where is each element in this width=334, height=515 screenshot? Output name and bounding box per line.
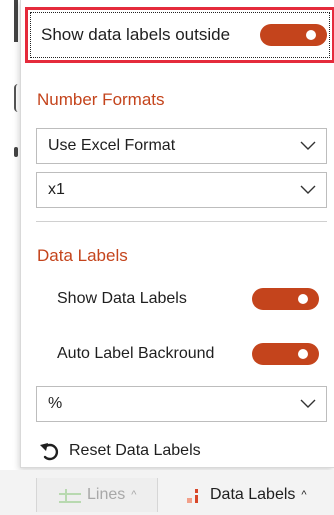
background-glyph [14, 147, 18, 157]
chevron-up-icon: ^ [131, 489, 137, 501]
tab-lines-label: Lines [87, 486, 126, 503]
toggle-knob [306, 30, 316, 40]
chevron-down-icon [300, 185, 316, 194]
toggle-knob [298, 349, 308, 359]
label-suffix-value: % [48, 395, 63, 412]
background-glyph [14, 0, 18, 42]
bottom-ribbon: Lines ^ Data Labels ^ [0, 470, 334, 515]
show-data-labels-row[interactable]: Show Data Labels [57, 284, 319, 314]
tab-lines[interactable]: Lines ^ [36, 478, 158, 512]
tab-data-labels-label: Data Labels [210, 486, 296, 503]
number-format-select[interactable]: Use Excel Format [36, 128, 327, 164]
reset-data-labels-label: Reset Data Labels [69, 442, 201, 459]
background-glyph [14, 84, 18, 112]
show-outside-highlight: Show data labels outside [25, 7, 334, 63]
chevron-down-icon [300, 399, 316, 408]
data-labels-popup: Show data labels outside Number Formats … [20, 0, 334, 468]
show-outside-row[interactable]: Show data labels outside [30, 12, 330, 58]
undo-icon [40, 443, 59, 461]
multiplier-value: x1 [48, 181, 65, 198]
show-data-labels-label: Show Data Labels [57, 290, 187, 307]
multiplier-select[interactable]: x1 [36, 172, 327, 208]
section-divider [36, 221, 327, 222]
show-outside-toggle[interactable] [260, 24, 327, 46]
number-format-value: Use Excel Format [48, 137, 176, 154]
toggle-knob [298, 294, 308, 304]
auto-label-background-label: Auto Label Backround [57, 345, 215, 362]
data-labels-icon [187, 489, 198, 503]
number-formats-heading: Number Formats [37, 90, 165, 109]
lines-icon [59, 489, 81, 503]
chevron-up-icon: ^ [301, 489, 307, 501]
chevron-down-icon [300, 141, 316, 150]
auto-label-background-toggle[interactable] [252, 343, 319, 365]
show-outside-label: Show data labels outside [41, 25, 231, 44]
auto-label-background-row[interactable]: Auto Label Backround [57, 339, 319, 369]
reset-data-labels-button[interactable]: Reset Data Labels [39, 438, 201, 464]
data-labels-heading: Data Labels [37, 246, 128, 265]
background-app-edge [0, 0, 19, 515]
label-suffix-select[interactable]: % [36, 386, 327, 422]
show-data-labels-toggle[interactable] [252, 288, 319, 310]
tab-data-labels[interactable]: Data Labels ^ [178, 478, 334, 512]
